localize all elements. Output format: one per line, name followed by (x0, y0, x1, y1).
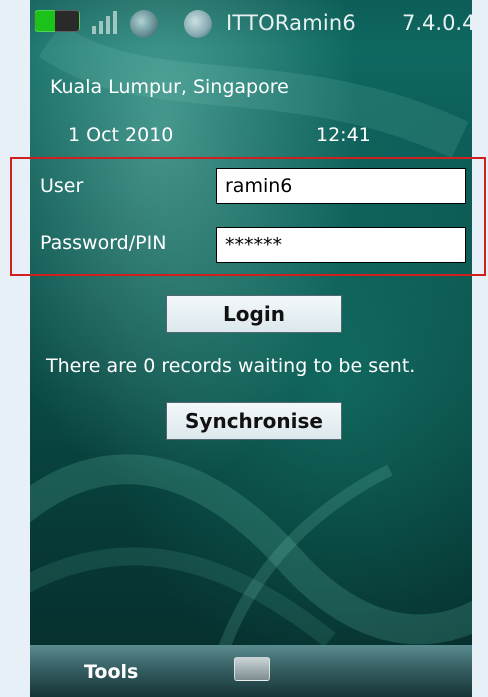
device-screen: ITTORamin6 7.4.0.4 Kuala Lumpur, Singapo… (30, 0, 472, 697)
soft-key-bar: Tools (30, 645, 472, 697)
device-name: ITTORamin6 (226, 11, 356, 35)
sync-status-icon (184, 10, 212, 38)
login-button[interactable]: Login (166, 295, 342, 333)
battery-icon (34, 10, 80, 32)
records-status-text: There are 0 records waiting to be sent. (46, 355, 416, 377)
signal-strength-icon (92, 10, 120, 34)
network-globe-icon (130, 10, 158, 38)
synchronise-button[interactable]: Synchronise (166, 402, 342, 440)
status-bar: ITTORamin6 7.4.0.4 (30, 0, 472, 48)
app-version: 7.4.0.4 (402, 11, 472, 35)
tools-softkey[interactable]: Tools (84, 661, 138, 683)
location-text: Kuala Lumpur, Singapore (50, 76, 289, 98)
keyboard-icon[interactable] (234, 657, 270, 681)
background-wallpaper (30, 23, 472, 697)
phone-frame: ITTORamin6 7.4.0.4 Kuala Lumpur, Singapo… (0, 0, 488, 697)
credentials-highlight-box (10, 157, 486, 276)
date-text: 1 Oct 2010 (68, 124, 174, 146)
time-text: 12:41 (316, 124, 371, 146)
